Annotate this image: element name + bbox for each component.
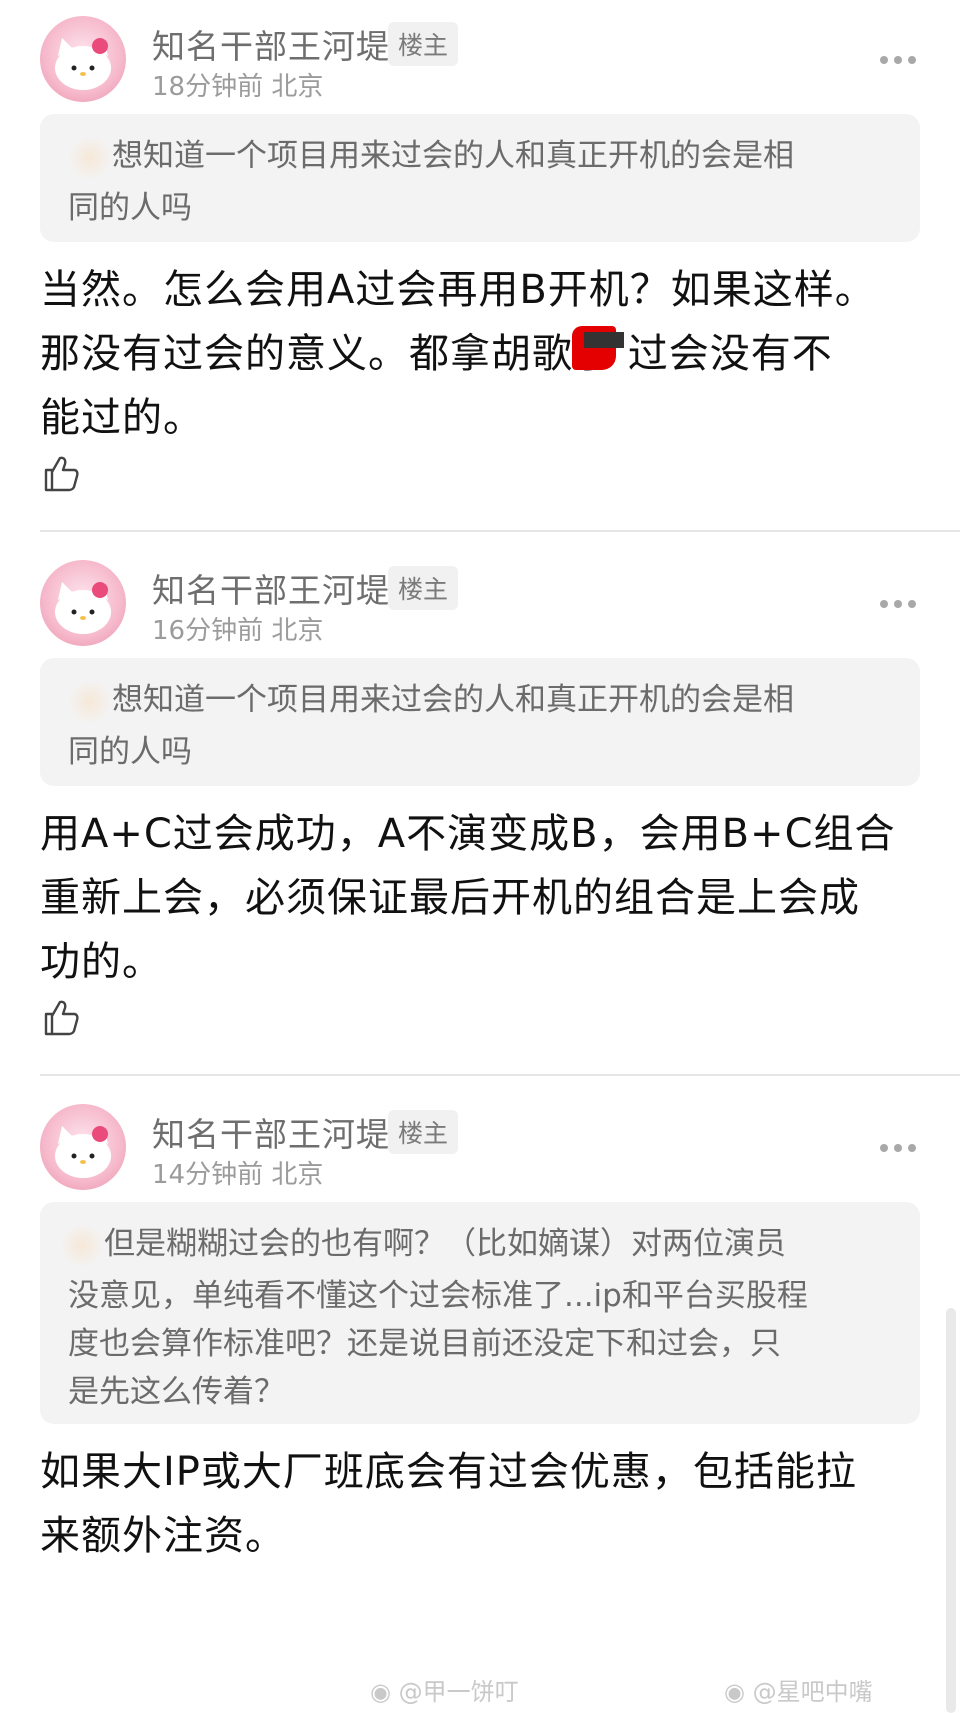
quote-line: 但是糊糊过会的也有啊？（比如嫡谋）对两位演员 — [104, 1226, 786, 1262]
divider — [40, 530, 960, 532]
divider — [40, 1074, 960, 1076]
post-time: 16分钟前 — [152, 616, 264, 646]
scrollbar[interactable] — [946, 1308, 956, 1713]
quoted-comment[interactable]: 但是糊糊过会的也有啊？（比如嫡谋）对两位演员 没意见，单纯看不懂这个过会标准了.… — [40, 1202, 920, 1424]
weibo-logo-icon: ◉ — [370, 1678, 391, 1706]
quote-line: 想知道一个项目用来过会的人和真正开机的会是相 — [112, 682, 794, 718]
username[interactable]: 知名干部王河堤 — [152, 564, 390, 612]
post-time: 18分钟前 — [152, 72, 264, 102]
quoted-comment[interactable]: 想知道一个项目用来过会的人和真正开机的会是相 同的人吗 — [40, 658, 920, 786]
reply-body: 如果大IP或大厂班底会有过会优惠，包括能拉 来额外注资。 — [40, 1440, 920, 1568]
post-meta: 14分钟前 北京 — [152, 1154, 323, 1191]
post-location: 北京 — [271, 1160, 324, 1190]
watermark: ◉ @甲一饼叮 — [370, 1672, 519, 1707]
watermark-text: @星吧中嘴 — [752, 1678, 873, 1706]
quote-line: 没意见，单纯看不懂这个过会标准了...ip和平台买股程 — [68, 1278, 808, 1314]
body-line: 用A+C过会成功，A不演变成B，会用B+C组合 — [40, 811, 896, 857]
post-location: 北京 — [271, 72, 324, 102]
quote-avatar-blur — [70, 682, 110, 722]
more-dots-icon[interactable] — [880, 598, 920, 610]
post-meta: 16分钟前 北京 — [152, 610, 323, 647]
weibo-logo-icon: ◉ — [724, 1678, 745, 1706]
avatar[interactable] — [40, 560, 126, 646]
body-line: 重新上会，必须保证最后开机的组合是上会成 — [40, 875, 860, 921]
username[interactable]: 知名干部王河堤 — [152, 20, 390, 68]
op-badge: 楼主 — [388, 566, 459, 610]
quoted-comment[interactable]: 想知道一个项目用来过会的人和真正开机的会是相 同的人吗 — [40, 114, 920, 242]
hello-kitty-icon — [55, 38, 111, 90]
body-line: 那没有过会的意义。都拿胡歌了 过会没有不 — [40, 331, 833, 377]
avatar[interactable] — [40, 16, 126, 102]
quote-line: 想知道一个项目用来过会的人和真正开机的会是相 — [112, 138, 794, 174]
watermark: ◉ @星吧中嘴 — [724, 1672, 873, 1707]
body-line: 功的。 — [40, 939, 163, 985]
quote-line: 同的人吗 — [68, 734, 192, 770]
post-location: 北京 — [271, 616, 324, 646]
post-meta: 18分钟前 北京 — [152, 66, 323, 103]
mosaic-redaction — [584, 332, 624, 348]
quote-line: 同的人吗 — [68, 190, 192, 226]
more-dots-icon[interactable] — [880, 1142, 920, 1154]
watermark-text: @甲一饼叮 — [398, 1678, 519, 1706]
hello-kitty-icon — [55, 582, 111, 634]
reply-body: 当然。怎么会用A过会再用B开机？如果这样。 那没有过会的意义。都拿胡歌了 过会没… — [40, 258, 920, 450]
body-line: 能过的。 — [40, 395, 204, 441]
thumbs-up-icon[interactable] — [40, 452, 82, 494]
quote-line: 是先这么传着？ — [68, 1374, 285, 1410]
op-badge: 楼主 — [388, 1110, 459, 1154]
username[interactable]: 知名干部王河堤 — [152, 1108, 390, 1156]
thumbs-up-icon[interactable] — [40, 996, 82, 1038]
reply-body: 用A+C过会成功，A不演变成B，会用B+C组合 重新上会，必须保证最后开机的组合… — [40, 802, 920, 994]
quote-avatar-blur — [62, 1226, 102, 1266]
quote-line: 度也会算作标准吧？还是说目前还没定下和过会，只 — [68, 1326, 781, 1362]
more-dots-icon[interactable] — [880, 54, 920, 66]
body-line: 当然。怎么会用A过会再用B开机？如果这样。 — [40, 267, 876, 313]
quote-avatar-blur — [70, 138, 110, 178]
post-time: 14分钟前 — [152, 1160, 264, 1190]
body-line: 如果大IP或大厂班底会有过会优惠，包括能拉 — [40, 1449, 857, 1495]
body-line: 来额外注资。 — [40, 1513, 286, 1559]
op-badge: 楼主 — [388, 22, 459, 66]
hello-kitty-icon — [55, 1126, 111, 1178]
avatar[interactable] — [40, 1104, 126, 1190]
